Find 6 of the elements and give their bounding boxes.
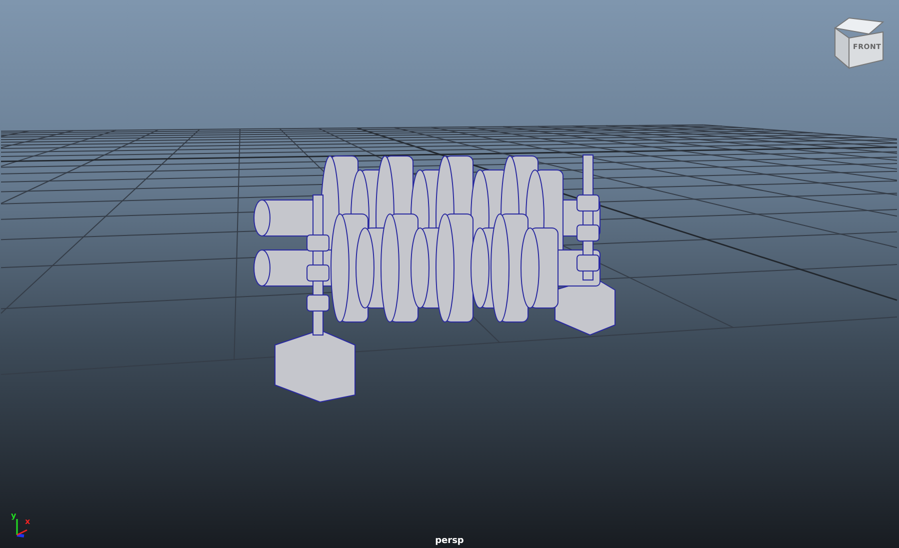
gear-assembly-drawing[interactable] bbox=[254, 154, 616, 403]
axis-gizmo-icon bbox=[15, 518, 29, 538]
camera-label: persp bbox=[435, 536, 464, 546]
axis-label: y bbox=[11, 512, 16, 520]
view-cube-icon[interactable] bbox=[833, 16, 885, 70]
axis-label: x bbox=[25, 518, 30, 526]
